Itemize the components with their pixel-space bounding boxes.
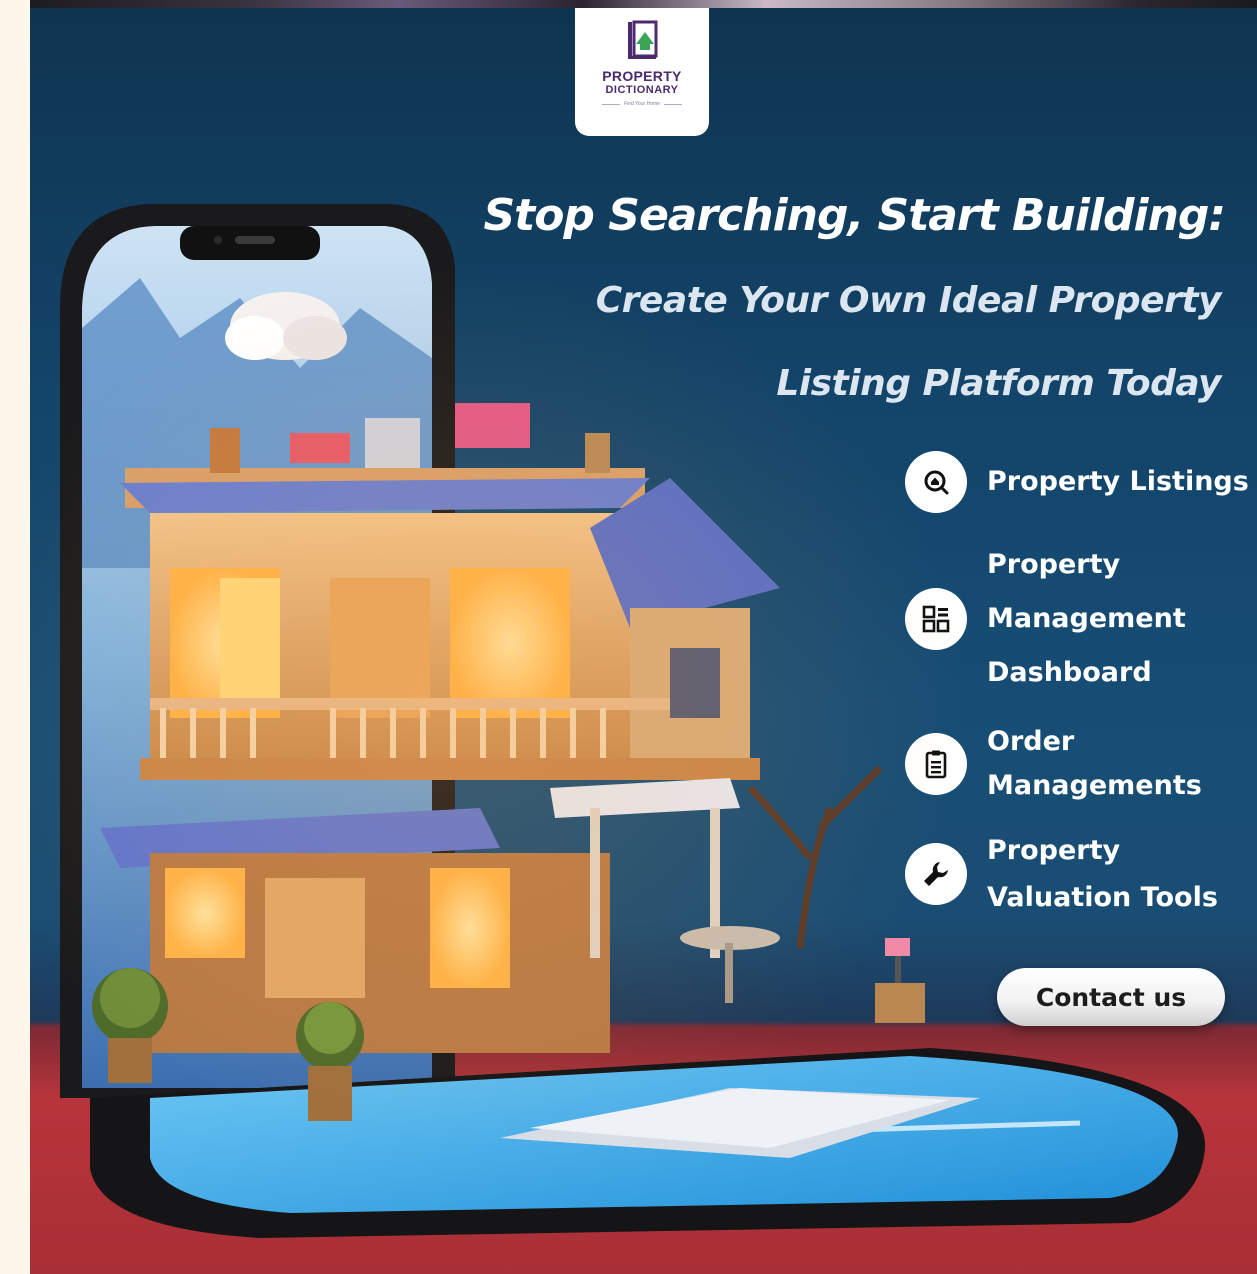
- feature-property-listings: Property Listings: [905, 451, 1249, 513]
- dashboard-grid-icon: [905, 588, 967, 650]
- subheadline-line2: Listing Platform Today: [776, 363, 1221, 404]
- brand-tagline: Find Your Home: [624, 101, 660, 107]
- contact-us-button[interactable]: Contact us: [997, 968, 1225, 1026]
- promo-poster: PROPERTY DICTIONARY Find Your Home Stop …: [30, 8, 1257, 1274]
- house-model: [92, 403, 925, 1121]
- brand-name-line2: DICTIONARY: [605, 84, 679, 96]
- feature-management-dashboard: Property Management Dashboard: [905, 538, 1186, 700]
- feature-label: Management: [987, 603, 1186, 634]
- feature-label: Dashboard: [987, 657, 1152, 688]
- subheadline-line1: Create Your Own Ideal Property: [595, 280, 1222, 321]
- headline: Stop Searching, Start Building:: [483, 190, 1226, 241]
- feature-label: Property Listings: [987, 466, 1249, 497]
- feature-valuation-tools: Property Valuation Tools: [905, 827, 1218, 921]
- feature-label: Valuation Tools: [987, 882, 1218, 913]
- book-house-icon: [628, 20, 658, 59]
- clipboard-list-icon: [905, 733, 967, 795]
- feature-label: Managements: [987, 770, 1202, 801]
- brand-name-line1: PROPERTY: [602, 68, 682, 84]
- feature-order-managements: Order Managements: [905, 720, 1202, 808]
- feature-label: Property: [987, 549, 1121, 580]
- wrench-icon: [905, 843, 967, 905]
- feature-label: Property: [987, 835, 1121, 866]
- feature-label: Order: [987, 726, 1075, 757]
- search-home-icon: [905, 451, 967, 513]
- brand-tagline-row: Find Your Home: [602, 101, 682, 107]
- brand-logo[interactable]: PROPERTY DICTIONARY Find Your Home: [575, 8, 709, 136]
- top-photo-strip: [30, 0, 1257, 8]
